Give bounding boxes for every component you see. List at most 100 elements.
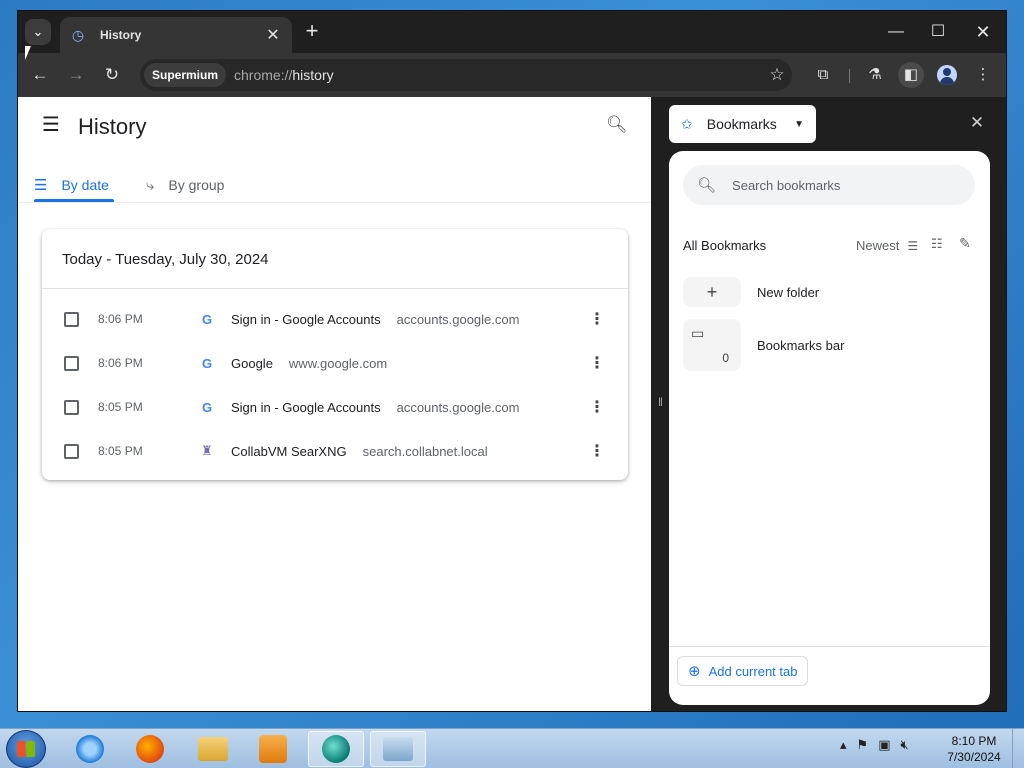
new-tab-button[interactable]: + <box>300 20 324 44</box>
list-icon: ☰ <box>34 177 48 194</box>
bookmarks-search-input[interactable] <box>732 177 953 193</box>
new-folder-item[interactable]: + New folder <box>683 277 819 307</box>
close-tab-icon[interactable]: ✕ <box>264 25 282 45</box>
start-button[interactable] <box>6 730 46 768</box>
profile-avatar-icon[interactable] <box>934 62 960 88</box>
row-time: 8:06 PM <box>98 312 143 326</box>
list-view-icon[interactable]: ☷ <box>931 236 943 252</box>
row-link[interactable]: Google www.google.com <box>231 356 387 371</box>
file-explorer-icon[interactable] <box>185 731 241 767</box>
taskbar-clock[interactable]: 8:10 PM 7/30/2024 <box>944 733 1004 765</box>
mouse-cursor <box>25 46 31 60</box>
row-domain: search.collabnet.local <box>362 443 488 459</box>
page-title: History <box>78 114 147 139</box>
browser-window: ⌄ ◷ History ✕ + — ☐ ✕ ← → ↻ Supermium ch… <box>17 10 1007 712</box>
maximize-button[interactable]: ☐ <box>918 19 958 45</box>
toolbar-separator <box>849 69 850 83</box>
row-link[interactable]: Sign in - Google Accounts accounts.google… <box>231 400 519 415</box>
url-text[interactable]: chrome://history <box>234 67 762 83</box>
windows-taskbar: ▴ ⚑ ▣ 🔇︎ 8:10 PM 7/30/2024 <box>0 728 1024 768</box>
supermium-icon[interactable] <box>308 731 364 767</box>
row-time: 8:05 PM <box>98 444 143 458</box>
history-date-header: Today - Tuesday, July 30, 2024 <box>62 251 269 268</box>
forward-button[interactable]: → <box>64 63 88 87</box>
tab-by-date[interactable]: ☰ By date <box>34 169 116 201</box>
bookmarks-search[interactable]: 🔍︎ <box>683 165 975 205</box>
row-checkbox[interactable] <box>64 355 79 371</box>
back-button[interactable]: ← <box>28 63 52 87</box>
tab-by-date-label: By date <box>61 177 109 193</box>
row-menu-icon[interactable]: ⋮ <box>589 353 605 373</box>
panel-resize-handle[interactable]: ‖ <box>658 395 664 413</box>
filter-icon: ☰ <box>907 238 919 253</box>
clock-time: 8:10 PM <box>951 734 997 748</box>
side-panel-selector[interactable]: ✩ Bookmarks ▼ <box>669 105 816 143</box>
tabs-divider <box>18 202 651 203</box>
row-domain: accounts.google.com <box>396 399 520 415</box>
plus-icon: + <box>683 277 741 307</box>
edit-pencil-icon[interactable]: ✎ <box>959 235 971 252</box>
hamburger-menu-icon[interactable]: ☰ <box>42 115 62 135</box>
tab-by-group[interactable]: ⤷ By group <box>146 169 224 201</box>
row-checkbox[interactable] <box>64 311 79 327</box>
bookmarks-bar-count: 0 <box>722 351 729 365</box>
row-time: 8:06 PM <box>98 356 143 370</box>
search-icon[interactable]: 🔍︎ <box>606 115 628 135</box>
internet-explorer-icon[interactable] <box>62 731 118 767</box>
row-time: 8:05 PM <box>98 400 143 414</box>
action-center-flag-icon[interactable]: ⚑ <box>857 737 869 753</box>
card-divider <box>42 288 628 289</box>
row-menu-icon[interactable]: ⋮ <box>589 441 605 461</box>
labs-flask-icon[interactable]: ⚗ <box>862 62 888 88</box>
bookmark-star-icon[interactable]: ☆ <box>762 65 792 85</box>
add-current-tab-button[interactable]: ⊕ Add current tab <box>677 656 809 686</box>
history-row[interactable]: 8:06 PM G Google www.google.com ⋮ <box>42 341 628 385</box>
sort-button[interactable]: Newest ☰ <box>856 238 918 253</box>
row-domain: www.google.com <box>288 355 388 371</box>
close-side-panel-icon[interactable]: ✕ <box>967 113 987 133</box>
volume-muted-icon[interactable]: 🔇︎ <box>900 737 908 753</box>
bookmarks-side-panel: ✩ Bookmarks ▼ ✕ 🔍︎ All Bookmarks Newest … <box>651 97 1006 711</box>
tray-expand-icon[interactable]: ▴ <box>840 737 847 753</box>
row-link[interactable]: Sign in - Google Accounts accounts.google… <box>231 312 519 327</box>
history-card: Today - Tuesday, July 30, 2024 8:06 PM G… <box>42 229 628 480</box>
row-menu-icon[interactable]: ⋮ <box>589 309 605 329</box>
row-checkbox[interactable] <box>64 443 79 459</box>
new-folder-label: New folder <box>757 284 820 300</box>
reload-button[interactable]: ↻ <box>100 63 124 87</box>
show-desktop-button[interactable] <box>1012 729 1024 768</box>
bookmarks-panel-body: 🔍︎ All Bookmarks Newest ☰ ☷ ✎ + New fold… <box>669 151 990 705</box>
history-row[interactable]: 8:06 PM G Sign in - Google Accounts accou… <box>42 297 628 341</box>
minimize-button[interactable]: — <box>876 19 916 45</box>
side-panel-selector-label: Bookmarks <box>706 116 777 132</box>
media-player-icon[interactable] <box>245 731 301 767</box>
history-row[interactable]: 8:05 PM ♜ CollabVM SearXNG search.collabn… <box>42 429 628 473</box>
row-link[interactable]: CollabVM SearXNG search.collabnet.local <box>231 444 488 459</box>
history-row[interactable]: 8:05 PM G Sign in - Google Accounts accou… <box>42 385 628 429</box>
extensions-icon[interactable]: ⧉ <box>810 62 836 88</box>
tab-history[interactable]: ◷ History ✕ <box>60 17 292 53</box>
footer-divider <box>669 646 990 647</box>
row-checkbox[interactable] <box>64 399 79 415</box>
sort-label: Newest <box>856 238 900 253</box>
tab-by-group-label: By group <box>168 177 225 193</box>
bookmarks-bar-item[interactable]: ▭ 0 Bookmarks bar <box>683 319 844 371</box>
google-favicon-icon: G <box>201 355 213 371</box>
bookmarks-bar-label: Bookmarks bar <box>757 337 845 353</box>
network-icon[interactable]: ▣ <box>878 737 890 753</box>
tab-title: History <box>100 28 142 42</box>
tab-search-button[interactable]: ⌄ <box>25 19 51 45</box>
site-chip[interactable]: Supermium <box>144 63 227 87</box>
close-window-button[interactable]: ✕ <box>963 19 1003 45</box>
all-bookmarks-heading: All Bookmarks <box>683 238 767 253</box>
firefox-icon[interactable] <box>122 731 178 767</box>
search-icon: 🔍︎ <box>697 177 717 194</box>
remote-control-icon[interactable] <box>370 731 426 767</box>
row-menu-icon[interactable]: ⋮ <box>589 397 605 417</box>
browser-toolbar: ← → ↻ Supermium chrome://history ☆ ⧉ ⚗ ◧… <box>18 53 1006 97</box>
address-bar[interactable]: Supermium chrome://history ☆ <box>140 59 792 91</box>
side-panel-icon[interactable]: ◧ <box>898 62 924 88</box>
clock-date: 7/30/2024 <box>947 750 1001 764</box>
history-page: ☰ History 🔍︎ ☰ By date ⤷ By group Today … <box>18 97 651 711</box>
more-menu-icon[interactable]: ⋮ <box>970 62 996 88</box>
